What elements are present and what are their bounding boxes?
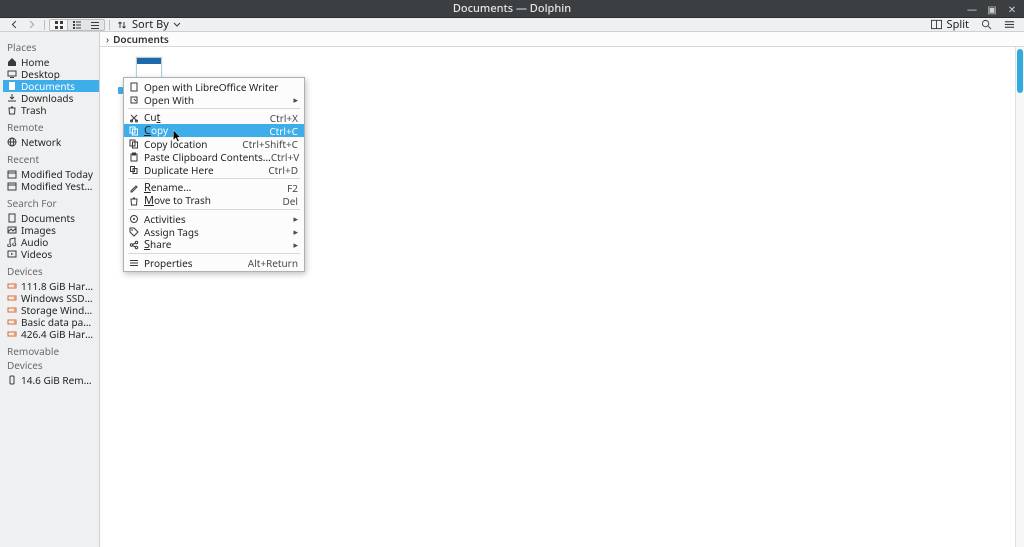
removable-heading: Removable Devices [3,340,99,374]
menu-separator [128,209,300,210]
sort-label: Sort By [132,17,169,32]
desktop-icon [7,69,17,79]
main-toolbar: Sort By Split [0,18,1024,32]
usb-icon [7,375,17,385]
view-icons-button[interactable] [50,20,68,30]
menu-copy[interactable]: Copy Ctrl+C [124,124,304,137]
window-title: Documents — Dolphin [453,1,571,16]
split-label: Split [947,17,969,32]
properties-icon [128,257,140,269]
network-icon [7,137,17,147]
main-area: › Documents Open with LibreOffice Writer… [100,32,1024,547]
open-with-icon [128,94,140,106]
sort-button[interactable]: Sort By [114,17,185,32]
calendar-icon [7,181,17,191]
remote-heading: Remote [3,116,99,136]
recent-heading: Recent [3,148,99,168]
documents-icon [7,81,17,91]
audio-icon [7,237,17,247]
search-icon [981,19,992,30]
scrollbar-thumb[interactable] [1017,49,1023,93]
places-panel: Places Home Desktop Documents Downloads … [0,32,100,547]
menu-share[interactable]: Share ▸ [124,238,304,251]
view-mode-group [49,19,105,31]
trash-icon [7,105,17,115]
menu-separator [128,178,300,179]
menu-activities[interactable]: Activities ▸ [124,212,304,225]
sidebar-item-modified-yesterday[interactable]: Modified Yesterday [3,180,99,192]
cut-icon [128,112,140,124]
submenu-arrow-icon: ▸ [292,93,298,106]
context-menu: Open with LibreOffice Writer Open With ▸… [123,77,305,272]
sidebar-item-downloads[interactable]: Downloads [3,92,99,104]
split-button[interactable]: Split [928,19,972,31]
tag-icon [128,226,140,238]
view-compact-button[interactable] [68,20,86,30]
search-button[interactable] [978,19,995,31]
chevron-down-icon [173,21,181,29]
drive-icon [7,329,17,339]
downloads-icon [7,93,17,103]
sidebar-item-network[interactable]: Network [3,136,99,148]
rename-icon [128,182,140,194]
menu-duplicate-here[interactable]: Duplicate Here Ctrl+D [124,163,304,176]
menu-properties[interactable]: Properties Alt+Return [124,256,304,269]
vertical-scrollbar[interactable] [1015,47,1024,547]
window-close-button[interactable]: ✕ [1006,3,1018,15]
trash-icon [128,195,140,207]
copy-location-icon [128,138,140,150]
doc-icon [7,213,17,223]
sidebar-item-trash[interactable]: Trash [3,104,99,116]
drive-icon [7,317,17,327]
window-minimize-button[interactable]: — [966,3,978,15]
forward-button[interactable] [23,19,40,31]
sort-icon [118,20,128,30]
menu-open-with[interactable]: Open With ▸ [124,93,304,106]
window-maximize-button[interactable]: ▣ [986,3,998,15]
view-details-button[interactable] [86,20,104,30]
menu-move-to-trash[interactable]: Move to Trash Del [124,194,304,207]
calendar-icon [7,169,17,179]
sidebar-item-device-4[interactable]: 426.4 GiB Hard Drive [3,328,99,340]
split-icon [931,19,942,30]
activities-icon [128,213,140,225]
sidebar-item-search-images[interactable]: Images [3,224,99,236]
devices-heading: Devices [3,260,99,280]
drive-icon [7,293,17,303]
window-titlebar: Documents — Dolphin — ▣ ✕ [0,0,1024,18]
menu-separator [128,108,300,109]
menu-separator [128,253,300,254]
submenu-arrow-icon: ▸ [292,238,298,251]
document-icon [128,81,140,93]
menu-open-with-libreoffice[interactable]: Open with LibreOffice Writer [124,80,304,93]
menu-paste-clipboard[interactable]: Paste Clipboard Contents... Ctrl+V [124,150,304,163]
drive-icon [7,281,17,291]
video-icon [7,249,17,259]
image-icon [7,225,17,235]
breadcrumb-item[interactable]: Documents [113,32,169,46]
back-button[interactable] [6,19,23,31]
hamburger-icon [1004,19,1015,30]
breadcrumb-separator: › [106,32,109,46]
places-heading: Places [3,36,99,56]
share-icon [128,239,140,251]
sidebar-item-search-videos[interactable]: Videos [3,248,99,260]
paste-icon [128,151,140,163]
submenu-arrow-icon: ▸ [292,212,298,225]
breadcrumb[interactable]: › Documents [100,32,1024,47]
hamburger-menu-button[interactable] [1001,19,1018,31]
submenu-arrow-icon: ▸ [292,225,298,238]
sidebar-item-removable-0[interactable]: 14.6 GiB Removable Media [3,374,99,386]
copy-icon [128,125,140,137]
duplicate-icon [128,164,140,176]
menu-copy-location[interactable]: Copy location Ctrl+Shift+C [124,137,304,150]
searchfor-heading: Search For [3,192,99,212]
drive-icon [7,305,17,315]
file-view[interactable]: Open with LibreOffice Writer Open With ▸… [100,47,1024,547]
home-icon [7,57,17,67]
